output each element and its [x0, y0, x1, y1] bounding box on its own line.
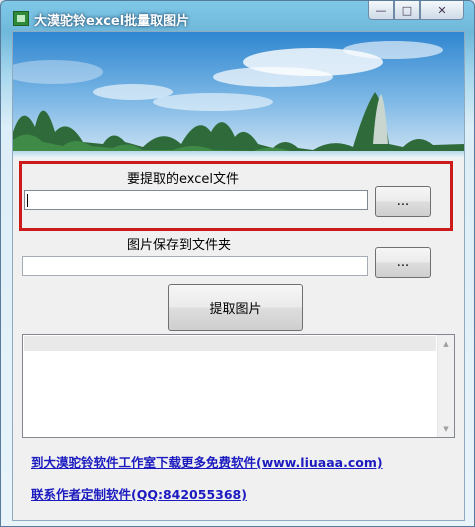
- title-bar[interactable]: 大漠驼铃excel批量取图片 — □ ✕: [1, 1, 474, 31]
- minimize-icon: —: [375, 3, 387, 17]
- vertical-scrollbar[interactable]: ▲ ▼: [437, 335, 454, 437]
- excel-file-input[interactable]: [24, 190, 368, 210]
- close-icon: ✕: [437, 3, 447, 17]
- download-software-link[interactable]: 到大漠驼铃软件工作室下载更多免费软件(www.liuaaa.com): [31, 452, 383, 471]
- client-area: 要提取的excel文件 ... 图片保存到文件夹 ... 提取图片 ▲ ▼ 到大…: [12, 31, 465, 521]
- minimize-button[interactable]: —: [368, 1, 394, 20]
- landscape-banner-image: [13, 32, 464, 158]
- browse-folder-button[interactable]: ...: [375, 247, 431, 278]
- excel-file-label: 要提取的excel文件: [127, 172, 239, 187]
- window-title: 大漠驼铃excel批量取图片: [34, 14, 190, 29]
- log-listbox[interactable]: ▲ ▼: [22, 334, 455, 438]
- scroll-up-icon[interactable]: ▲: [438, 335, 454, 352]
- app-window: 大漠驼铃excel批量取图片 — □ ✕ 要提取的excel文件 ... 图片保…: [0, 0, 475, 527]
- output-folder-input[interactable]: [22, 256, 368, 276]
- close-button[interactable]: ✕: [420, 1, 464, 20]
- list-item[interactable]: [24, 336, 436, 351]
- output-folder-label: 图片保存到文件夹: [127, 238, 232, 253]
- app-icon: [13, 11, 29, 26]
- contact-author-link[interactable]: 联系作者定制软件(QQ:842055368): [31, 484, 247, 503]
- maximize-button[interactable]: □: [394, 1, 420, 20]
- maximize-icon: □: [401, 3, 413, 17]
- browse-excel-button[interactable]: ...: [375, 186, 431, 217]
- extract-images-button[interactable]: 提取图片: [168, 284, 303, 331]
- scroll-down-icon[interactable]: ▼: [438, 420, 454, 437]
- text-caret: [27, 194, 28, 207]
